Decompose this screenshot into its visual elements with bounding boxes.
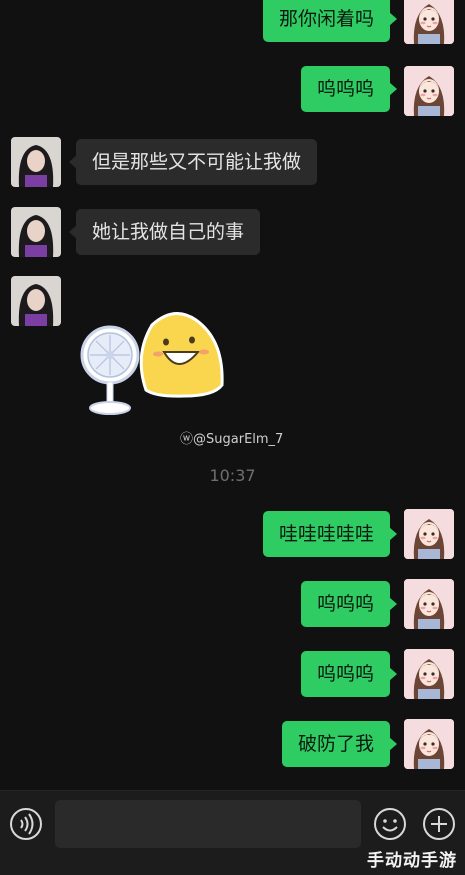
message-row: 呜呜呜 xyxy=(0,649,465,699)
my-message-bubble[interactable]: 呜呜呜 xyxy=(300,66,398,112)
my-avatar-image xyxy=(404,0,454,44)
my-avatar-image xyxy=(404,719,454,769)
add-icon[interactable] xyxy=(422,807,456,841)
my-message-bubble[interactable]: 破防了我 xyxy=(281,721,398,767)
message-row: 哇哇哇哇哇 xyxy=(0,509,465,559)
weibo-watermark: ⓦ@SugarElm_7 xyxy=(180,428,283,447)
my-avatar-image xyxy=(404,579,454,629)
chat-area: 那你闲着吗 呜呜呜 但是那些又不可能让我做 她让我做自己的事 ⓦ@SugarEl… xyxy=(0,0,465,790)
message-row: 呜呜呜 xyxy=(0,579,465,629)
contact-avatar-image xyxy=(11,137,61,187)
my-message-bubble[interactable]: 哇哇哇哇哇 xyxy=(262,511,398,557)
site-watermark: 手动动手游 xyxy=(367,851,457,871)
my-avatar-image xyxy=(404,509,454,559)
watermark-text: @SugarElm_7 xyxy=(193,432,284,447)
my-avatar[interactable] xyxy=(404,719,454,769)
my-avatar[interactable] xyxy=(404,509,454,559)
contact-avatar[interactable] xyxy=(11,276,61,326)
sticker-fan-and-yellow-blob[interactable] xyxy=(74,300,244,420)
my-message-bubble[interactable]: 那你闲着吗 xyxy=(262,0,398,42)
contact-message-bubble[interactable]: 但是那些又不可能让我做 xyxy=(68,139,318,185)
my-message-bubble[interactable]: 呜呜呜 xyxy=(300,581,398,627)
contact-avatar-image xyxy=(11,207,61,257)
my-avatar[interactable] xyxy=(404,0,454,44)
message-row: 那你闲着吗 xyxy=(0,0,465,50)
voice-icon[interactable] xyxy=(9,807,43,841)
input-toolbar: 手动动手游 xyxy=(0,790,465,875)
contact-avatar-image xyxy=(11,276,61,326)
my-avatar[interactable] xyxy=(404,579,454,629)
my-avatar-image xyxy=(404,649,454,699)
contact-avatar[interactable] xyxy=(11,207,61,257)
my-avatar[interactable] xyxy=(404,66,454,116)
message-timestamp: 10:37 xyxy=(209,466,256,485)
emoji-icon[interactable] xyxy=(373,807,407,841)
weibo-icon: ⓦ xyxy=(180,432,194,447)
message-row: 破防了我 xyxy=(0,719,465,769)
my-message-bubble[interactable]: 呜呜呜 xyxy=(300,651,398,697)
message-row: 呜呜呜 xyxy=(0,66,465,116)
message-row: 她让我做自己的事 xyxy=(0,207,465,257)
contact-avatar[interactable] xyxy=(11,137,61,187)
message-input[interactable] xyxy=(55,800,361,848)
my-avatar-image xyxy=(404,66,454,116)
contact-message-bubble[interactable]: 她让我做自己的事 xyxy=(68,209,261,255)
my-avatar[interactable] xyxy=(404,649,454,699)
message-row: 但是那些又不可能让我做 xyxy=(0,137,465,187)
